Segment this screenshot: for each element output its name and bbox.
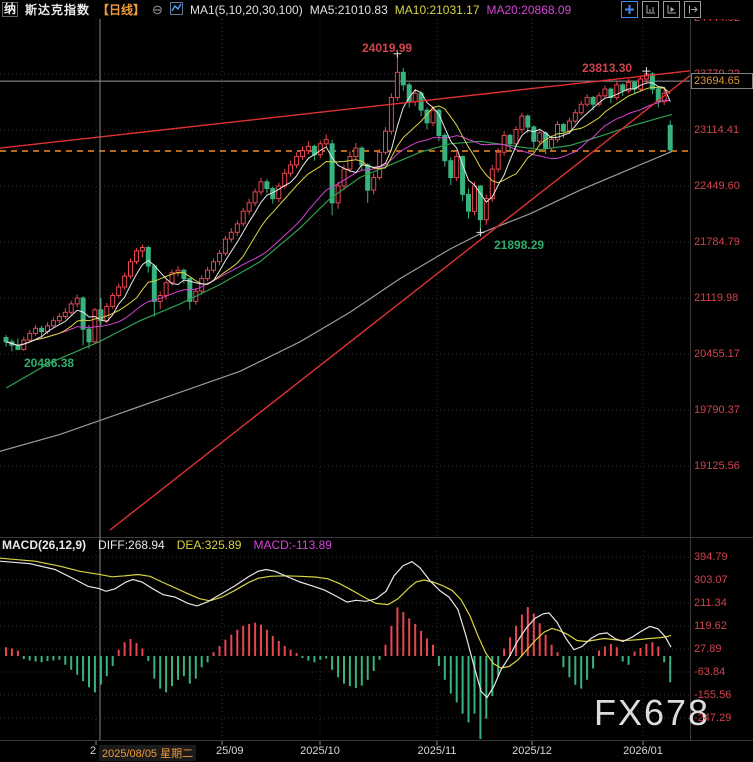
macd-axis-label: 211.34	[694, 597, 727, 609]
macd-axis-label: 303.07	[694, 574, 728, 586]
price-chart-canvas[interactable]	[0, 0, 753, 762]
price-axis-label: 23114.41	[694, 124, 739, 136]
period-label[interactable]: 【日线】	[97, 1, 145, 18]
time-axis-label: 25/09	[216, 745, 244, 757]
macd-axis-label: -155.56	[694, 689, 731, 701]
header-bar: 纳斯达克指数 【日线】 ⊖ MA1(5,10,20,30,100) MA5:21…	[0, 0, 753, 19]
macd-axis-label: -63.84	[694, 666, 725, 678]
ma5-value: MA5:21010.83	[310, 3, 388, 17]
chart-play-icon[interactable]	[663, 1, 680, 18]
time-axis-label: 2025/10	[300, 745, 340, 757]
pane-expand-icon[interactable]	[684, 1, 701, 18]
price-axis-label: 19790.37	[694, 404, 740, 416]
price-axis-label: 20455.17	[694, 348, 740, 360]
time-axis-label: 2025/12	[512, 745, 552, 757]
macd-axis-label: -247.29	[694, 712, 731, 724]
price-axis-label: 22449.60	[694, 180, 740, 192]
collapse-icon[interactable]: ⊖	[152, 2, 163, 18]
macd-axis-label: 119.62	[694, 620, 727, 632]
macd-axis-label: 27.89	[694, 643, 722, 655]
mini-chart-icon[interactable]	[170, 2, 183, 18]
price-alert-box[interactable]: 23694.65	[691, 73, 753, 89]
price-axis-label: 19125.56	[694, 460, 740, 472]
ma-settings-label[interactable]: MA1(5,10,20,30,100)	[190, 3, 303, 17]
annotation-low-21898: 21898.29	[494, 238, 544, 252]
macd-settings-label[interactable]: MACD(26,12,9)	[2, 538, 86, 552]
axis-chart-icon[interactable]	[642, 1, 659, 18]
ma10-value: MA10:21031.17	[395, 3, 480, 17]
price-axis-label: 21784.79	[694, 236, 740, 248]
time-axis-label: 2026/01	[623, 745, 663, 757]
macd-header: MACD(26,12,9) DIFF:268.94 DEA:325.89 MAC…	[2, 538, 332, 552]
macd-dea-value: DEA:325.89	[177, 538, 242, 552]
crosshair-tool-icon[interactable]	[621, 1, 638, 18]
instrument-title: 斯达克指数	[25, 1, 90, 18]
time-axis-label: 2	[90, 745, 96, 757]
trading-terminal: 纳斯达克指数 【日线】 ⊖ MA1(5,10,20,30,100) MA5:21…	[0, 0, 753, 762]
crosshair-date-label: 2025/08/05 星期二	[99, 745, 196, 761]
annotation-low-20486: 20486.38	[24, 356, 74, 370]
ma20-value: MA20:20868.09	[487, 3, 572, 17]
macd-axis-label: 394.79	[694, 551, 728, 563]
macd-diff-value: DIFF:268.94	[98, 538, 165, 552]
instrument-badge: 纳	[2, 2, 18, 17]
time-axis-label: 2025/11	[418, 745, 457, 757]
macd-value: MACD:-113.89	[253, 538, 331, 552]
price-axis-label: 21119.98	[694, 292, 738, 304]
chart-toolbar	[621, 1, 701, 18]
annotation-high-24019: 24019.99	[362, 41, 412, 55]
annotation-high-23813: 23813.30	[582, 61, 632, 75]
watermark: FX678	[594, 692, 710, 734]
